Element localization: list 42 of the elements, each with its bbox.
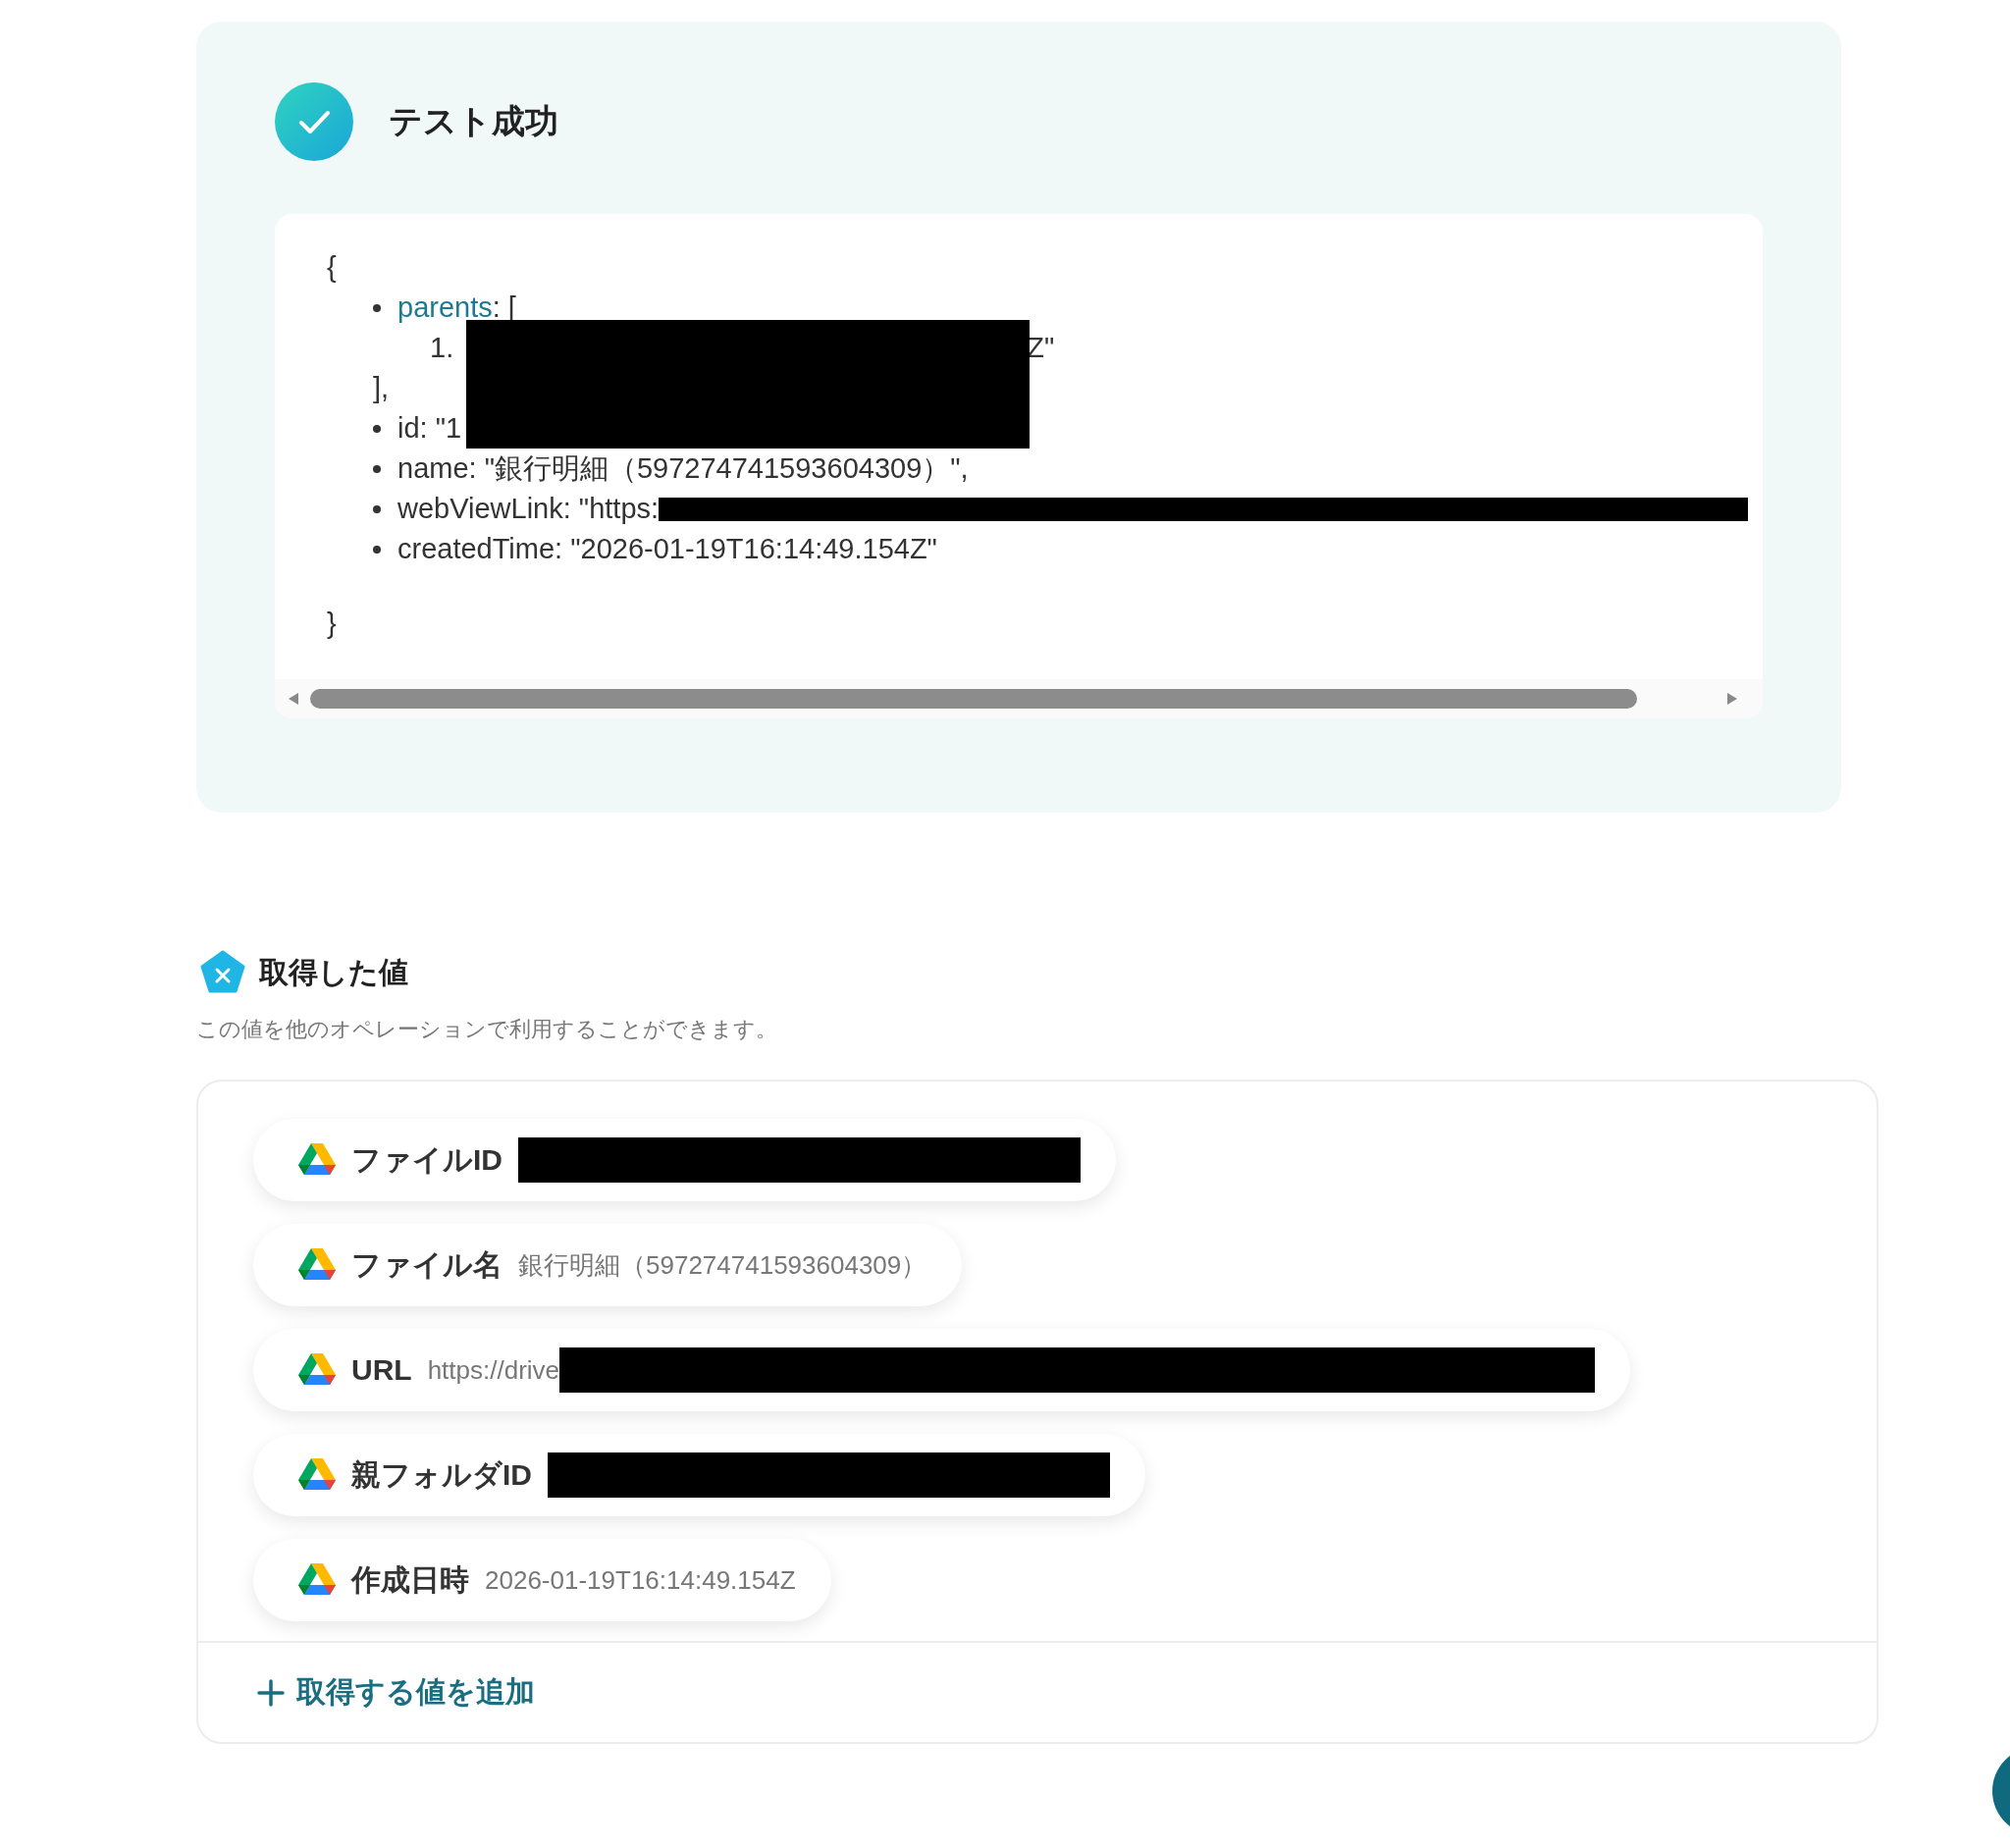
value-chip[interactable]: ファイル名 銀行明細（597274741593604309） (253, 1224, 963, 1306)
drive-icon (298, 1353, 336, 1387)
bullet-icon (373, 464, 381, 473)
section-title: 取得した値 (259, 954, 408, 990)
drive-icon (298, 1143, 336, 1177)
bullet-icon (373, 504, 381, 513)
value-label: ファイルID (351, 1141, 502, 1178)
drive-icon (298, 1563, 336, 1597)
value-text: 銀行明細（597274741593604309） (518, 1248, 927, 1282)
scroll-left-icon[interactable] (287, 691, 300, 707)
result-title: テスト成功 (389, 101, 558, 141)
code-text: } (327, 607, 337, 641)
value-label: 作成日時 (351, 1561, 469, 1598)
scrollbar[interactable] (275, 679, 1763, 718)
add-value-button[interactable]: 取得する値を追加 (257, 1672, 535, 1713)
bullet-icon (373, 545, 381, 554)
value-chip[interactable]: ファイルID (253, 1119, 1116, 1201)
section-description: この値を他のオペレーションで利用することができます。 (196, 1016, 778, 1043)
value-label: 親フォルダID (351, 1456, 532, 1493)
scrollbar-thumb[interactable] (310, 689, 1637, 709)
code-text: name: "銀行明細（597274741593604309）", (397, 451, 969, 486)
code-text: { (327, 250, 337, 285)
value-label: URL (351, 1353, 412, 1387)
value-chip[interactable]: URL https://drive (253, 1329, 1631, 1411)
scroll-right-icon[interactable] (1725, 691, 1739, 707)
bullet-icon (373, 303, 381, 312)
value-text: 2026-01-19T16:14:49.154Z (485, 1564, 796, 1596)
variable-icon (200, 950, 245, 995)
code-text: 1. (430, 331, 454, 365)
drive-icon (298, 1248, 336, 1282)
value-label: ファイル名 (351, 1246, 502, 1283)
value-chip[interactable]: 親フォルダID (253, 1434, 1145, 1516)
code-text: id: "1 (397, 411, 462, 446)
bullet-icon (373, 424, 381, 433)
plus-icon (257, 1678, 285, 1707)
code-text: webViewLink: "https: (397, 492, 660, 526)
value-chip[interactable]: 作成日時 2026-01-19T16:14:49.154Z (253, 1539, 831, 1621)
check-icon (275, 82, 353, 161)
code-text: createdTime: "2026-01-19T16:14:49.154Z" (397, 532, 937, 566)
drive-icon (298, 1458, 336, 1492)
value-text: https://drive (427, 1354, 560, 1386)
code-text: ], (373, 371, 390, 405)
